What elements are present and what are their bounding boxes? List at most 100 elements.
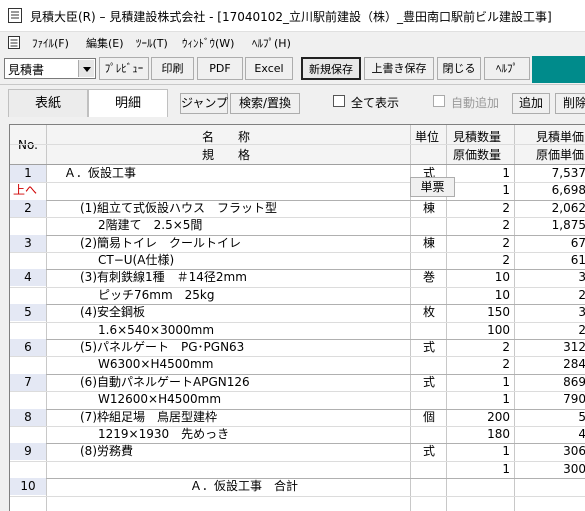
row-number[interactable]: 9 xyxy=(10,443,46,461)
item-cost-price[interactable]: 2 xyxy=(520,322,585,339)
item-qty[interactable]: 1 xyxy=(450,374,510,391)
document-type-select[interactable]: 見積書 xyxy=(4,58,96,79)
item-name[interactable]: (1)組立て式仮設ハウス フラット型 xyxy=(80,200,400,217)
menu-file[interactable]: ﾌｧｲﾙ(F) xyxy=(32,35,69,51)
item-qty[interactable]: 2 xyxy=(450,339,510,356)
item-name[interactable]: Ａ．仮設工事 合計 xyxy=(190,478,510,495)
item-price[interactable]: 2,062 xyxy=(520,200,585,217)
item-name[interactable]: (7)枠組足場 鳥居型建枠 xyxy=(80,409,400,426)
tab-details[interactable]: 明細 xyxy=(88,89,168,117)
item-spec[interactable]: W12600×H4500mm xyxy=(98,391,398,408)
row-number[interactable]: 1 xyxy=(10,165,46,182)
menu-window[interactable]: ｳｨﾝﾄﾞｳ(W) xyxy=(182,35,234,51)
item-cost-price[interactable]: 6,698 xyxy=(520,182,585,199)
jump-button[interactable]: ジャンプ xyxy=(180,93,228,114)
item-price[interactable]: 7,537 xyxy=(520,165,585,182)
item-unit[interactable]: 式 xyxy=(423,374,443,391)
item-cost-price[interactable]: 2 xyxy=(520,287,585,304)
row-number[interactable]: 2 xyxy=(10,199,46,217)
item-cost-price[interactable]: 300 xyxy=(520,461,585,478)
row-number[interactable]: 4 xyxy=(10,269,46,287)
item-spec[interactable]: 1219×1930 先めっき xyxy=(98,426,398,443)
item-unit[interactable]: 棟 xyxy=(423,235,443,252)
row-number[interactable]: 3 xyxy=(10,234,46,252)
tanpyo-button[interactable]: 単票 xyxy=(410,177,455,197)
item-name[interactable]: (6)自動パネルゲートAPGN126 xyxy=(80,374,400,391)
item-qty[interactable]: 1 xyxy=(450,165,510,182)
item-cost-qty[interactable]: 1 xyxy=(450,461,510,478)
document-icon[interactable] xyxy=(8,36,20,49)
item-cost-qty[interactable]: 2 xyxy=(450,356,510,373)
item-cost-qty[interactable]: 100 xyxy=(450,322,510,339)
row-number[interactable]: 7 xyxy=(10,373,46,391)
item-name[interactable]: (4)安全鋼板 xyxy=(80,304,400,321)
show-all-checkbox[interactable] xyxy=(333,95,345,107)
new-save-button[interactable]: 新規保存 xyxy=(301,57,361,80)
row-number[interactable]: 6 xyxy=(10,339,46,356)
item-unit[interactable]: 式 xyxy=(423,339,443,356)
item-cost-price[interactable]: 1,875 xyxy=(520,217,585,234)
item-unit[interactable]: 個 xyxy=(423,409,443,426)
chevron-down-icon[interactable] xyxy=(78,60,94,77)
item-spec[interactable]: 2階建て 2.5×5間 xyxy=(98,217,398,234)
overwrite-save-button[interactable]: 上書き保存 xyxy=(364,57,434,80)
item-name[interactable]: (3)有刺鉄線1種 ＃14径2mm xyxy=(80,269,400,286)
item-price[interactable]: 67 xyxy=(520,235,585,252)
item-cost-qty[interactable]: 180 xyxy=(450,426,510,443)
item-cost-price[interactable]: 284 xyxy=(520,356,585,373)
close-button[interactable]: 閉じる xyxy=(437,57,481,80)
item-cost-qty[interactable]: 1 xyxy=(450,391,510,408)
tab-cover[interactable]: 表紙 xyxy=(8,89,88,117)
help-button[interactable]: ﾍﾙﾌﾟ xyxy=(484,57,530,80)
item-cost-qty[interactable]: 2 xyxy=(450,252,510,269)
menu-help[interactable]: ﾍﾙﾌﾟ(H) xyxy=(252,35,291,51)
item-unit[interactable]: 棟 xyxy=(423,200,443,217)
item-qty[interactable]: 200 xyxy=(450,409,510,426)
item-spec[interactable]: W6300×H4500mm xyxy=(98,356,398,373)
item-price[interactable]: 312 xyxy=(520,339,585,356)
item-name[interactable]: Ａ．仮設工事 xyxy=(64,165,384,182)
item-spec[interactable]: ピッチ76mm 25kg xyxy=(98,287,398,304)
row-number[interactable]: 10 xyxy=(10,478,46,496)
item-cost-qty[interactable]: 10 xyxy=(450,287,510,304)
item-name[interactable]: (2)簡易トイレ クールトイレ xyxy=(80,235,400,252)
item-name[interactable]: (5)パネルゲート PG･PGN63 xyxy=(80,339,400,356)
item-price[interactable]: 5 xyxy=(520,409,585,426)
menu-edit[interactable]: 編集(E) xyxy=(86,35,124,51)
item-cost-qty[interactable]: 2 xyxy=(450,217,510,234)
up-link[interactable]: 上へ xyxy=(10,182,46,199)
add-button[interactable]: 追加 xyxy=(512,93,550,114)
item-unit[interactable]: 巻 xyxy=(423,269,443,286)
header-qty: 見積数量 xyxy=(453,130,502,144)
row-number[interactable]: 8 xyxy=(10,408,46,426)
estimate-detail-grid[interactable]: No. 名 称 規 格 単位 見積数量 原価数量 見積単価 原価単価 1 Ａ．仮設… xyxy=(9,124,585,511)
item-qty[interactable]: 150 xyxy=(450,304,510,321)
item-unit[interactable]: 式 xyxy=(423,443,443,460)
item-cost-price[interactable]: 61 xyxy=(520,252,585,269)
item-price[interactable]: 869 xyxy=(520,374,585,391)
item-qty[interactable]: 10 xyxy=(450,269,510,286)
row-number[interactable]: 5 xyxy=(10,304,46,322)
excel-button[interactable]: Excel xyxy=(245,57,293,80)
item-qty[interactable]: 2 xyxy=(450,200,510,217)
item-cost-price[interactable]: 4 xyxy=(520,426,585,443)
menu-tools[interactable]: ﾂｰﾙ(T) xyxy=(136,35,168,51)
toolbar: 見積書 ﾌﾟﾚﾋﾞｭｰ 印刷 PDF Excel 新規保存 上書き保存 閉じる … xyxy=(0,55,585,83)
item-cost-qty[interactable]: 1 xyxy=(450,182,510,199)
item-price[interactable]: 3 xyxy=(520,269,585,286)
delete-button[interactable]: 削除 xyxy=(555,93,585,114)
item-unit[interactable]: 枚 xyxy=(423,304,443,321)
row-divider xyxy=(10,495,585,497)
pdf-button[interactable]: PDF xyxy=(197,57,243,80)
item-spec[interactable]: 1.6×540×3000mm xyxy=(98,322,398,339)
search-replace-button[interactable]: 検索/置換 xyxy=(230,93,300,114)
item-name[interactable]: (8)労務費 xyxy=(80,443,400,460)
item-price[interactable]: 306 xyxy=(520,443,585,460)
item-spec[interactable]: CT−U(A仕様) xyxy=(98,252,398,269)
preview-button[interactable]: ﾌﾟﾚﾋﾞｭｰ xyxy=(99,57,149,80)
item-qty[interactable]: 1 xyxy=(450,443,510,460)
print-button[interactable]: 印刷 xyxy=(151,57,194,80)
item-price[interactable]: 3 xyxy=(520,304,585,321)
item-qty[interactable]: 2 xyxy=(450,235,510,252)
item-cost-price[interactable]: 790 xyxy=(520,391,585,408)
